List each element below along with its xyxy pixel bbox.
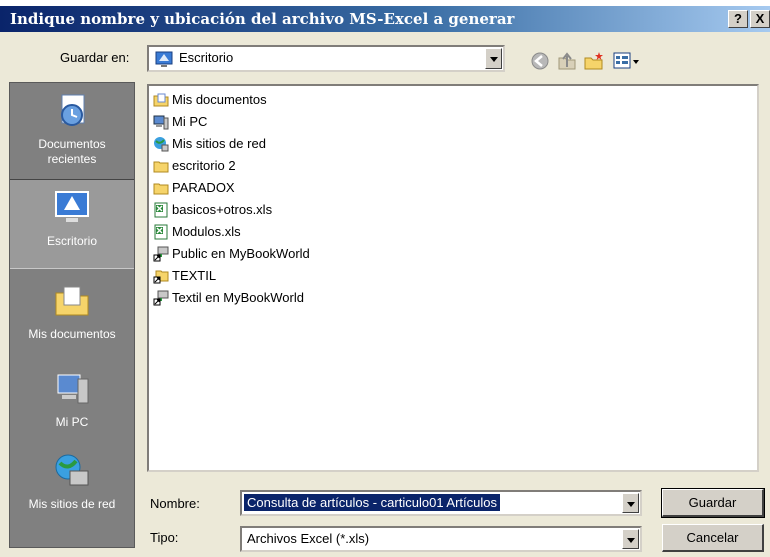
my-computer-icon [57, 374, 89, 404]
network-places-icon [55, 454, 89, 486]
list-item[interactable]: PARADOX [153, 179, 235, 201]
list-item[interactable]: escritorio 2 [153, 157, 236, 179]
save-in-combo[interactable]: Escritorio [147, 45, 505, 72]
list-item[interactable]: Modulos.xls [153, 223, 241, 245]
desktop-icon [155, 51, 173, 67]
place-recent-documents[interactable]: Documentos recientes [10, 83, 134, 167]
desktop-icon [55, 191, 89, 222]
place-my-pc[interactable]: Mi PC [10, 361, 134, 430]
network-shortcut-icon [153, 246, 169, 262]
excel-file-icon [154, 202, 168, 218]
folder-icon [153, 183, 169, 195]
cancel-button[interactable]: Cancelar [662, 524, 764, 552]
close-button[interactable]: X [750, 10, 770, 28]
list-item[interactable]: Mis sitios de red [153, 135, 266, 157]
help-button[interactable]: ? [728, 10, 748, 28]
my-documents-icon [55, 286, 89, 316]
list-item[interactable]: basicos+otros.xls [153, 201, 272, 223]
title-bar[interactable]: Indique nombre y ubicación del archivo M… [0, 6, 770, 32]
type-dropdown-arrow[interactable] [622, 529, 639, 549]
type-select[interactable]: Archivos Excel (*.xls) [240, 526, 642, 552]
name-field[interactable]: Consulta de artículos - carticulo01 Artí… [240, 490, 642, 516]
place-label: Mis sitios de red [28, 497, 116, 511]
place-my-documents[interactable]: Mis documentos [10, 273, 134, 342]
name-label: Nombre: [150, 496, 200, 511]
back-icon[interactable] [529, 50, 551, 72]
type-label: Tipo: [150, 530, 179, 545]
up-folder-icon[interactable] [556, 50, 578, 72]
place-label: Mis documentos [28, 327, 116, 341]
list-item[interactable]: Mis documentos [153, 91, 267, 113]
network-shortcut-icon [153, 290, 169, 306]
save-in-label: Guardar en: [60, 50, 130, 65]
list-item[interactable]: Public en MyBookWorld [153, 245, 310, 267]
file-list[interactable]: Mis documentos Mi PC Mis sitios de red e… [147, 84, 759, 472]
network-icon [154, 136, 169, 152]
place-network[interactable]: Mis sitios de red [10, 443, 134, 512]
place-label: Escritorio [46, 234, 97, 248]
place-label: Documentos recientes [38, 137, 106, 166]
name-value: Consulta de artículos - carticulo01 Artí… [242, 493, 502, 512]
computer-icon [153, 115, 169, 130]
place-desktop[interactable]: Escritorio [10, 179, 134, 269]
new-folder-icon[interactable] [583, 50, 605, 72]
excel-file-icon [154, 224, 168, 240]
save-in-dropdown-arrow[interactable] [485, 48, 502, 69]
list-item[interactable]: Textil en MyBookWorld [153, 289, 304, 311]
window-title: Indique nombre y ubicación del archivo M… [10, 10, 515, 28]
save-button[interactable]: Guardar [661, 488, 765, 518]
views-menu-icon[interactable] [612, 50, 642, 72]
list-item[interactable]: Mi PC [153, 113, 207, 135]
save-in-value: Escritorio [179, 50, 234, 65]
folder-documents-icon [153, 93, 169, 107]
recent-documents-icon [61, 94, 85, 126]
folder-shortcut-icon [153, 270, 169, 284]
folder-icon [153, 161, 169, 173]
list-item[interactable]: TEXTIL [153, 267, 216, 289]
places-bar: Documentos recientes Escritorio Mis docu… [9, 82, 135, 548]
type-value: Archivos Excel (*.xls) [247, 531, 370, 546]
name-dropdown-arrow[interactable] [622, 493, 639, 513]
place-label: Mi PC [55, 415, 89, 429]
